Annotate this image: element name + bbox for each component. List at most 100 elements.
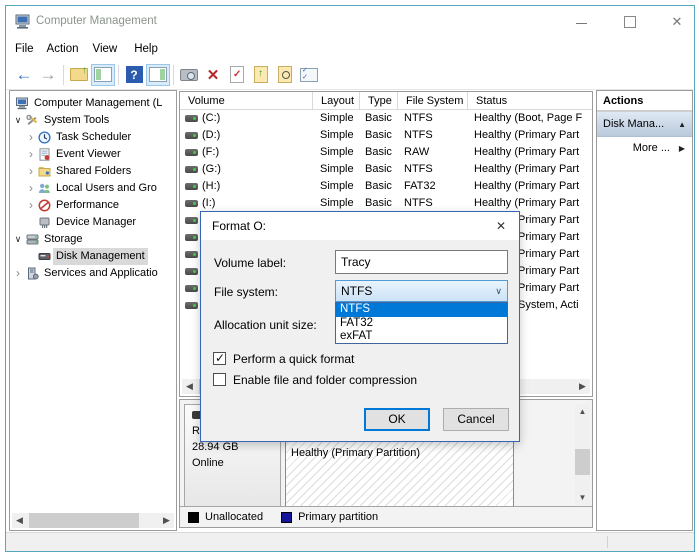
maximize-icon[interactable] (623, 15, 637, 29)
minimize-icon[interactable] (576, 15, 590, 29)
menu-action[interactable]: Action (47, 41, 79, 57)
device-icon[interactable] (177, 64, 201, 86)
dialog-close-icon[interactable] (493, 218, 509, 234)
column-type[interactable]: Type (360, 92, 398, 109)
volume-row[interactable]: (H:) Simple Basic FAT32 Healthy (Primary Par… (180, 178, 592, 195)
forward-icon[interactable] (36, 64, 60, 86)
quick-format-checkbox-row[interactable]: Perform a quick format (213, 351, 354, 366)
find-icon[interactable] (273, 64, 297, 86)
tree-item-storage[interactable]: Storage (10, 231, 176, 248)
scroll-up-icon[interactable]: ▲ (575, 404, 590, 419)
tree-item-root[interactable]: Computer Management (L (10, 95, 176, 112)
delete-icon[interactable] (201, 64, 225, 86)
export-icon[interactable] (249, 64, 273, 86)
volume-row[interactable]: (C:) Simple Basic NTFS Healthy (Boot, Page F (180, 110, 592, 127)
show-action-pane-icon[interactable] (146, 63, 170, 86)
tree-item-event-viewer[interactable]: Event Viewer (10, 146, 176, 163)
collapse-icon[interactable]: ▲ (678, 112, 686, 137)
chevron-right-icon[interactable] (25, 146, 37, 164)
help-icon[interactable]: ? (122, 64, 146, 86)
toolbar-separator (173, 64, 174, 85)
local-users-icon (39, 183, 50, 193)
back-icon[interactable] (12, 64, 36, 86)
volume-icon (180, 285, 202, 292)
chevron-down-icon[interactable] (12, 112, 24, 129)
quick-format-checkbox[interactable] (213, 351, 226, 365)
tree-item-local-users[interactable]: Local Users and Gro (10, 180, 176, 197)
checklist-icon[interactable] (297, 64, 321, 86)
compression-checkbox-row[interactable]: Enable file and folder compression (213, 372, 417, 387)
scrollbar-thumb[interactable] (575, 449, 590, 475)
action-disk-management[interactable]: Disk Mana... ▲ (597, 112, 692, 137)
system-tools-icon (26, 114, 38, 125)
tree-item-services[interactable]: Services and Applicatio (10, 265, 176, 282)
tree-item-shared-folders[interactable]: Shared Folders (10, 163, 176, 180)
task-check-icon[interactable] (225, 64, 249, 86)
tree-item-performance[interactable]: Performance (10, 197, 176, 214)
chevron-right-icon[interactable] (25, 163, 37, 181)
volume-icon (180, 217, 202, 224)
column-status[interactable]: Status (468, 92, 592, 109)
scroll-left-icon[interactable]: ◀ (12, 513, 27, 528)
column-file-system[interactable]: File System (398, 92, 468, 109)
chevron-right-icon[interactable] (12, 265, 24, 283)
tree-item-disk-management[interactable]: Disk Management (10, 248, 176, 265)
submenu-arrow-icon: ▶ (678, 144, 685, 153)
chevron-right-icon[interactable] (25, 129, 37, 147)
ok-button[interactable]: OK (364, 408, 430, 431)
scroll-right-icon[interactable]: ▶ (159, 513, 174, 528)
action-more[interactable]: More ... ▶ (597, 137, 692, 160)
option-ntfs[interactable]: NTFS (336, 303, 507, 317)
volume-icon (180, 166, 202, 173)
toolbar-separator (118, 64, 119, 85)
chevron-right-icon[interactable] (25, 180, 37, 198)
cancel-button[interactable]: Cancel (443, 408, 509, 431)
screenshot-root: Computer Management File Action View Hel… (0, 0, 699, 559)
computer-management-window: Computer Management File Action View Hel… (5, 5, 695, 552)
status-bar (6, 532, 694, 551)
column-layout[interactable]: Layout (313, 92, 360, 109)
compression-checkbox[interactable] (213, 373, 226, 386)
menu-file[interactable]: File (15, 41, 34, 57)
menu-view[interactable]: View (93, 41, 118, 57)
volume-table-header: Volume Layout Type File System Status (180, 92, 592, 110)
option-exfat[interactable]: exFAT (336, 330, 507, 344)
file-system-dropdown-list: NTFS FAT32 exFAT (335, 302, 508, 344)
services-icon (28, 267, 39, 280)
disk-management-icon (38, 253, 51, 260)
volume-label-input[interactable] (335, 250, 508, 274)
scroll-down-icon[interactable]: ▼ (575, 490, 590, 505)
storage-icon (26, 234, 39, 245)
tree-item-task-scheduler[interactable]: Task Scheduler (10, 129, 176, 146)
tree-item-device-manager[interactable]: Device Manager (10, 214, 176, 231)
up-folder-icon[interactable] (67, 64, 91, 86)
file-system-combobox[interactable]: NTFS (335, 280, 508, 302)
tree-item-system-tools[interactable]: System Tools (10, 112, 176, 129)
scrollbar-thumb[interactable] (29, 513, 139, 528)
menu-bar: File Action View Help (6, 38, 694, 60)
tree-horizontal-scrollbar[interactable]: ◀ ▶ (12, 513, 174, 528)
scroll-left-icon[interactable]: ◀ (182, 379, 197, 394)
volume-icon (180, 183, 202, 190)
legend-primary-partition: Primary partition (298, 511, 379, 523)
volume-row[interactable]: (G:) Simple Basic NTFS Healthy (Primary Part (180, 161, 592, 178)
column-volume[interactable]: Volume (180, 92, 313, 109)
show-console-tree-icon[interactable] (91, 63, 115, 86)
menu-help[interactable]: Help (134, 41, 158, 57)
scroll-right-icon[interactable]: ▶ (575, 379, 590, 394)
disk-vertical-scrollbar[interactable]: ▲ ▼ (575, 404, 590, 505)
quick-format-label: Perform a quick format (233, 351, 355, 366)
volume-label-label: Volume label: (214, 256, 287, 270)
volume-row[interactable]: (I:) Simple Basic NTFS Healthy (Primary Part (180, 195, 592, 212)
volume-row[interactable]: (F:) Simple Basic RAW Healthy (Primary Part (180, 144, 592, 161)
toolbar: ? (6, 60, 694, 90)
chevron-right-icon[interactable] (25, 197, 37, 215)
shared-folders-icon (38, 167, 51, 177)
chevron-down-icon[interactable] (12, 231, 24, 248)
app-icon (15, 14, 30, 29)
chevron-down-icon[interactable] (495, 281, 502, 301)
close-icon[interactable] (670, 15, 684, 29)
volume-row[interactable]: (D:) Simple Basic NTFS Healthy (Primary Part (180, 127, 592, 144)
allocation-unit-label: Allocation unit size: (214, 318, 317, 332)
option-fat32[interactable]: FAT32 (336, 317, 507, 331)
